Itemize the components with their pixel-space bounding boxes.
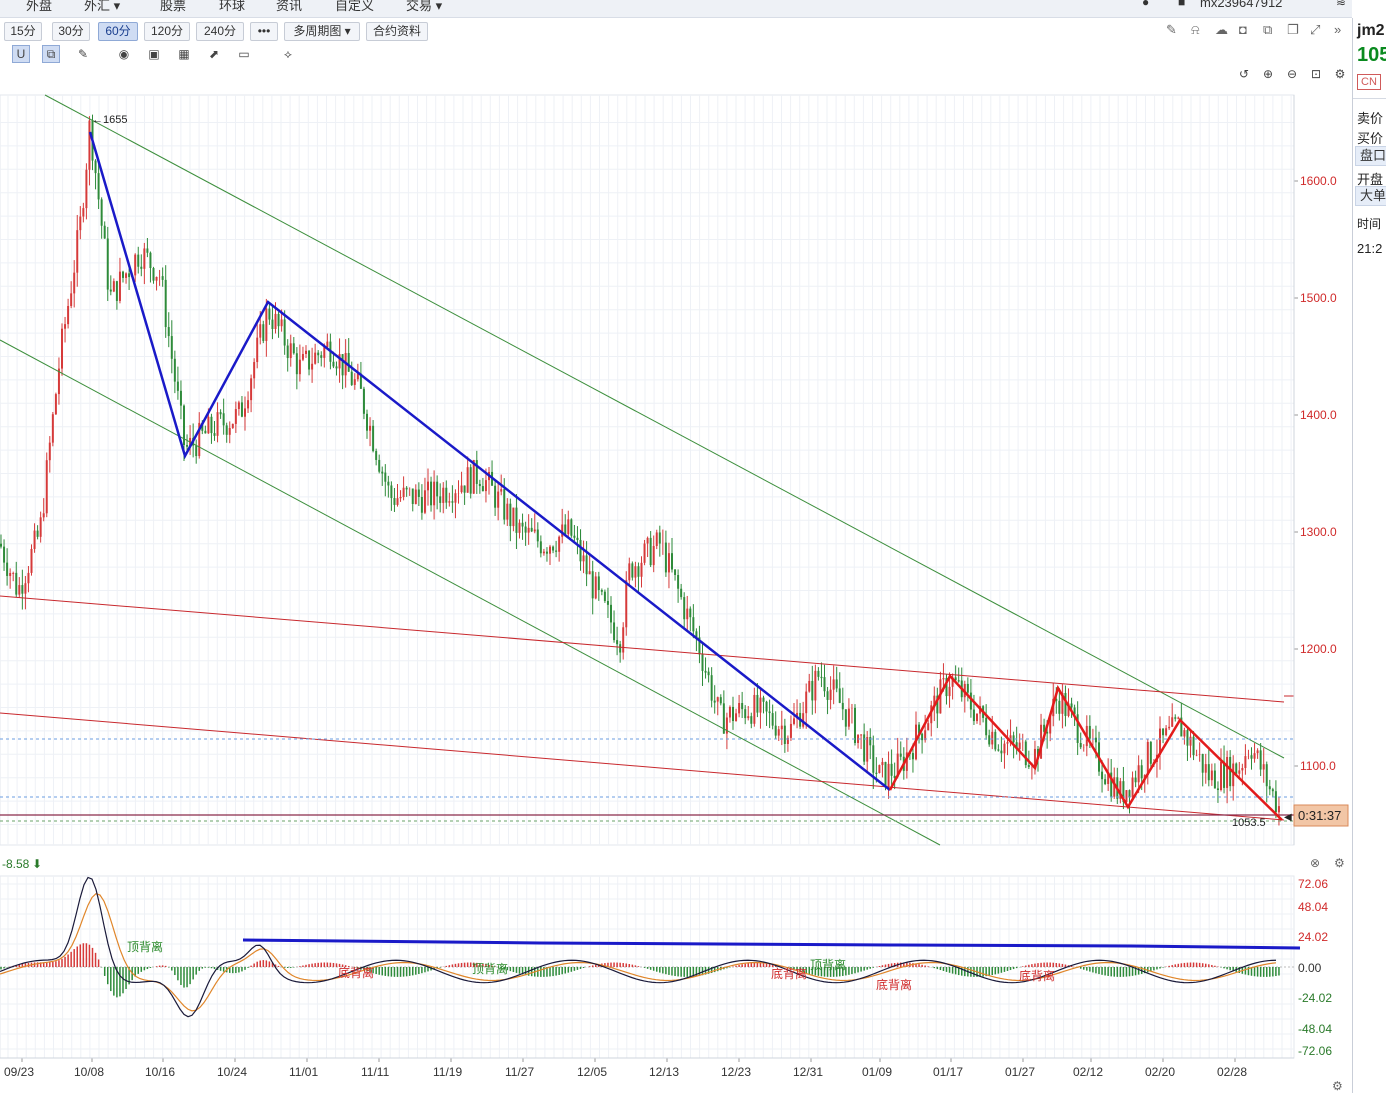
date-tick-label: 11/27 [505,1065,534,1079]
indicator-tick-label: 72.06 [1298,877,1328,891]
price-tick-label: 1600.0 [1300,174,1337,188]
date-tick-label: 01/09 [862,1065,892,1079]
contract-code[interactable]: jm2 [1357,22,1385,40]
divergence-label: 底背离 [876,977,912,992]
indicator-readout: -8.58 [2,857,30,871]
divergence-label: 顶背离 [127,939,163,954]
divergence-label: 顶背离 [810,957,846,972]
indicator-tick-label: 0.00 [1298,961,1322,975]
date-tick-label: 09/23 [4,1065,34,1079]
price-axis: 1600.0 1500.0 1400.0 1300.0 1200.0 1100.0 [1293,95,1337,845]
dea-line [0,893,1277,1012]
date-tick-label: 01/27 [1005,1065,1035,1079]
date-tick-label: 12/31 [793,1065,823,1079]
tab-depth[interactable]: 盘口 [1355,146,1386,166]
divergence-label: 底背离 [1019,968,1055,983]
price-tick-label: 1500.0 [1300,291,1337,305]
price-tick-label: 1200.0 [1300,642,1337,656]
divergence-label: 底背离 [338,965,374,980]
indicator-tick-label: 24.02 [1298,930,1328,944]
time-label: 时间 [1357,217,1382,231]
quote-panel: jm2 105 CN 卖价 买价 盘口 开盘 大单 时间 21:2 [1352,18,1386,1093]
trading-app: 外盘 外汇 ▾ 股票 环球 资讯 自定义 交易 ▾ ● ■ mx23964791… [0,0,1386,1093]
date-tick-label: 01/17 [933,1065,963,1079]
candles [0,114,1280,826]
date-tick-label: 10/08 [74,1065,104,1079]
indicator-tick-label: -24.02 [1298,991,1332,1005]
tab-big-orders[interactable]: 大单 [1355,186,1386,206]
date-tick-label: 10/24 [217,1065,247,1079]
divider [1353,98,1386,99]
time-axis: 09/23 10/08 10/16 10/24 11/01 11/11 11/19 11/27… [0,1057,1343,1093]
date-tick-label: 02/20 [1145,1065,1175,1079]
indicator-tick-label: 48.04 [1298,900,1328,914]
divergence-label: 顶背离 [472,961,508,976]
price-chart[interactable]: 1600.0 1500.0 1400.0 1300.0 1200.0 1100.0 -8.… [0,0,1352,1093]
high-label: ←1655 [92,114,127,126]
date-tick-label: 11/01 [289,1065,318,1079]
bid-label: 买价 [1357,131,1384,146]
date-tick-label: 10/16 [145,1065,175,1079]
date-tick-label: 02/28 [1217,1065,1247,1079]
date-tick-label: 02/12 [1073,1065,1103,1079]
divergence-label: 底背离 [771,966,807,981]
zigzag-red [888,673,1283,821]
date-tick-label: 12/05 [577,1065,607,1079]
price-tick-label: 1300.0 [1300,525,1337,539]
indicator-tick-label: -48.04 [1298,1022,1332,1036]
settings-icon: ⚙ [1332,1079,1343,1093]
market-badge: CN [1357,74,1381,90]
chart-grid [0,94,1295,1059]
date-tick-label: 11/11 [361,1065,390,1079]
date-tick-label: 12/13 [649,1065,679,1079]
price-tick-label: 1100.0 [1300,759,1336,773]
last-price: 105 [1357,44,1386,66]
close-icon: ⊗ [1310,856,1320,870]
lower-channel-line [0,339,941,846]
date-tick-label: 12/23 [721,1065,751,1079]
ask-label: 卖价 [1357,111,1384,126]
countdown-text: 0:31:37 [1298,808,1341,823]
low-label: 1053.5 [1232,817,1266,829]
time-value: 21:2 [1357,241,1383,256]
price-tick-label: 1400.0 [1300,408,1337,422]
down-arrow-icon: ⬇ [32,857,42,871]
price-pointer-icon: ◀ [1284,812,1292,823]
gear-icon: ⚙ [1334,856,1345,870]
date-tick-label: 11/19 [433,1065,462,1079]
indicator-tick-label: -72.06 [1298,1044,1332,1058]
